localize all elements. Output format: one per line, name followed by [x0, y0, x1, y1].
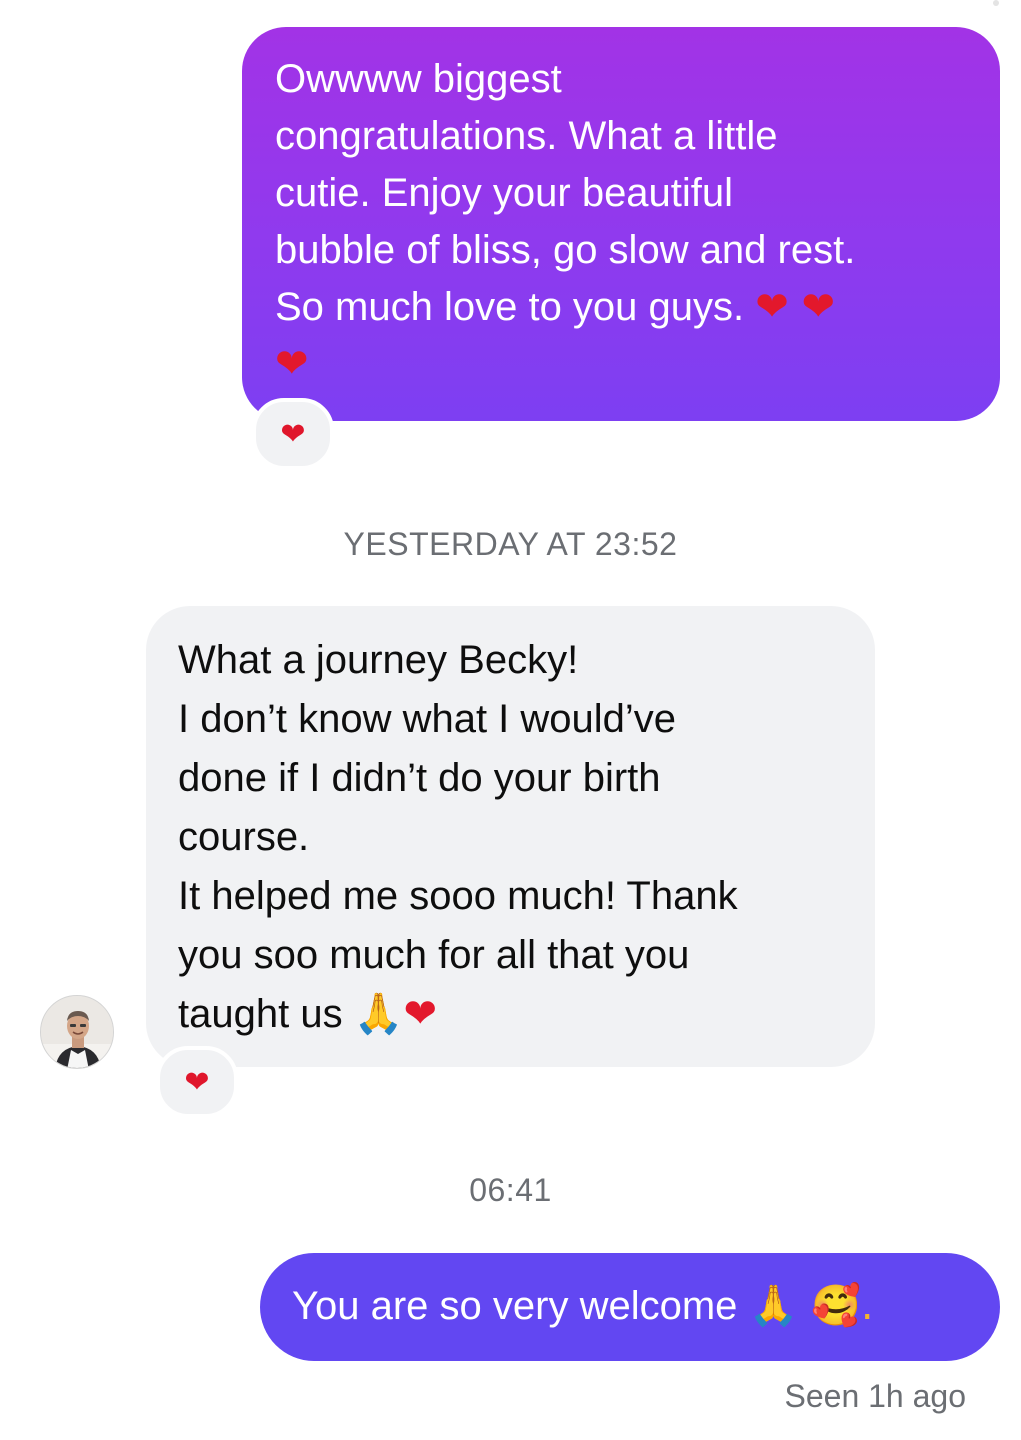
outgoing-message-bubble[interactable]: You are so very welcome 🙏 🥰.	[260, 1253, 1000, 1361]
heart-reaction-badge[interactable]: ❤	[156, 1046, 238, 1118]
timestamp-divider: YESTERDAY AT 23:52	[343, 526, 678, 562]
contact-avatar[interactable]	[40, 995, 114, 1069]
timestamp-divider: 06:41	[469, 1172, 552, 1208]
scrollbar[interactable]	[993, 0, 999, 6]
pray-smile-emoji-icon: 🙏 🥰.	[748, 1283, 874, 1329]
message-text: You are so very welcome	[292, 1284, 738, 1328]
chat-thread: Owwww biggest congratulations. What a li…	[0, 0, 1021, 1440]
heart-reaction-badge[interactable]: ❤	[252, 398, 334, 470]
pray-heart-emoji-icon: 🙏❤	[353, 991, 438, 1037]
avatar-person-icon	[41, 996, 113, 1068]
heart-icon: ❤	[280, 416, 306, 452]
heart-icon: ❤	[184, 1064, 210, 1100]
outgoing-message-bubble[interactable]: Owwww biggest congratulations. What a li…	[242, 27, 1000, 421]
message-text: What a journey Becky! I don’t know what …	[178, 638, 738, 1036]
seen-status: Seen 1h ago	[784, 1378, 967, 1414]
incoming-message-bubble[interactable]: What a journey Becky! I don’t know what …	[146, 606, 875, 1067]
